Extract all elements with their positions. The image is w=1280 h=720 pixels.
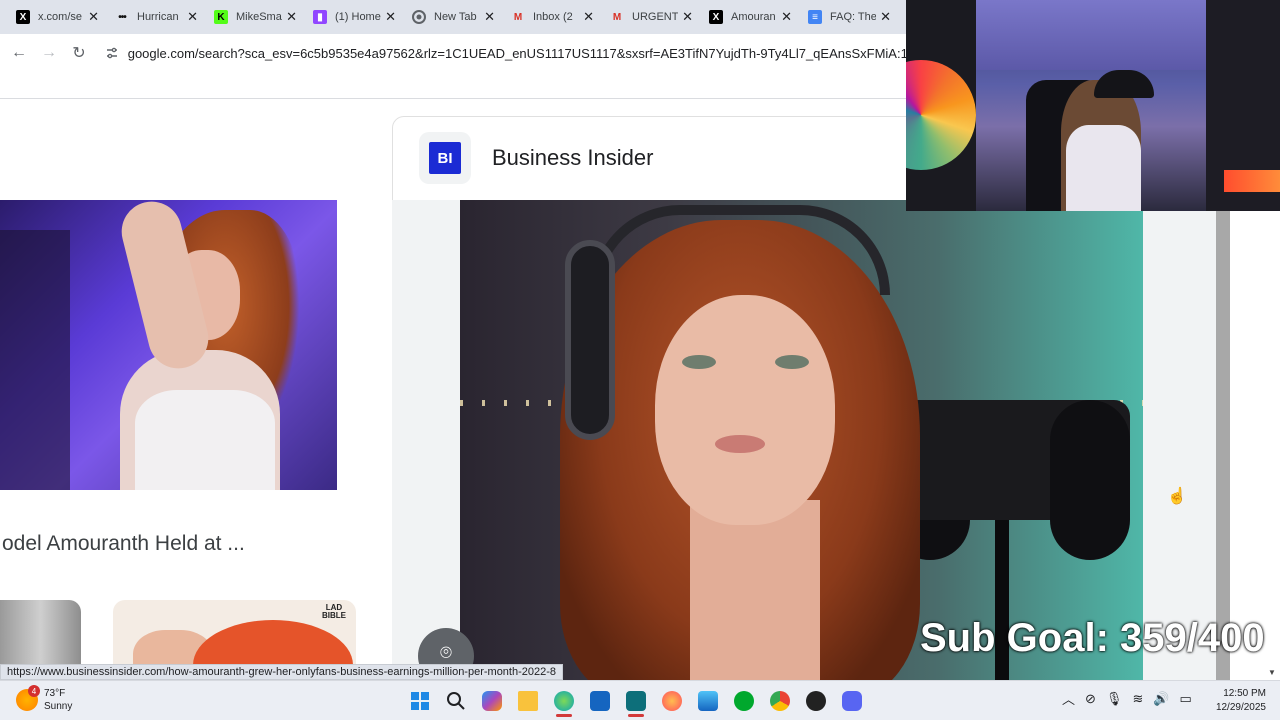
tab-title: URGENT <box>632 11 679 23</box>
weather-temp: 73°F <box>44 688 66 699</box>
sub-goal-overlay: Sub Goal: 359/400 <box>920 616 1265 660</box>
kick-logo-icon: K <box>214 10 228 24</box>
forward-button[interactable]: → <box>34 38 64 68</box>
tab-urgent[interactable]: M URGENT ✕ <box>602 2 701 32</box>
tab-hurricane[interactable]: ••• Hurrican ✕ <box>107 2 206 32</box>
docs-logo-icon: ≡ <box>808 10 822 24</box>
close-icon[interactable]: ✕ <box>583 9 594 25</box>
wifi-icon[interactable]: ≋ <box>1132 691 1143 707</box>
tab-title: FAQ: The <box>830 11 877 23</box>
evernote-icon[interactable] <box>726 685 762 717</box>
x-logo-icon: X <box>709 10 723 24</box>
browser-toolbar: ← → ↻ google.com/search?sca_esv=6c5b9535… <box>0 34 914 72</box>
tab-title: Inbox (2 <box>533 11 573 23</box>
file-explorer-icon[interactable] <box>510 685 546 717</box>
close-icon[interactable]: ✕ <box>682 9 693 25</box>
screen: X x.com/se ✕ ••• Hurrican ✕ K MikeSma ✕ … <box>0 0 1280 720</box>
clock[interactable]: 12:50 PM 12/29/2025 <box>1210 687 1266 715</box>
source-logo[interactable]: BI <box>419 132 471 184</box>
dots-icon: ••• <box>118 11 127 23</box>
tab-title: Hurrican <box>137 11 179 23</box>
microphone-icon[interactable]: 🎙 <box>1106 691 1123 707</box>
source-name[interactable]: Business Insider <box>492 145 653 171</box>
image-result-thumbnail[interactable] <box>0 200 337 490</box>
firefox-icon[interactable] <box>654 685 690 717</box>
link-status-bubble: https://www.businessinsider.com/how-amou… <box>0 664 564 680</box>
app-icon[interactable] <box>618 685 654 717</box>
weather-widget[interactable]: 4 73°F Sunny <box>16 685 73 713</box>
store-icon[interactable] <box>582 685 618 717</box>
taskbar: 4 73°F Sunny ︿ ⊘ 🎙 ≋ 🔊 ▭ 12:50 PM 12/29/… <box>0 680 1280 720</box>
tab-x-search[interactable]: X x.com/se ✕ <box>8 2 107 32</box>
tab-strip: X x.com/se ✕ ••• Hurrican ✕ K MikeSma ✕ … <box>0 0 906 34</box>
close-icon[interactable]: ✕ <box>187 9 198 25</box>
close-icon[interactable]: ✕ <box>286 9 297 25</box>
clock-date: 12/29/2025 <box>1215 702 1266 713</box>
back-button[interactable]: ← <box>4 38 34 68</box>
notification-badge: 4 <box>28 685 40 697</box>
tab-title: New Tab <box>434 11 477 23</box>
chevron-up-icon[interactable]: ︿ <box>1062 689 1075 708</box>
tab-new-tab[interactable]: New Tab ✕ <box>404 2 503 32</box>
discord-icon[interactable] <box>834 685 870 717</box>
close-icon[interactable]: ✕ <box>880 9 891 25</box>
windows-start-icon[interactable] <box>402 685 438 717</box>
tab-title: MikeSma <box>236 11 282 23</box>
preview-image[interactable] <box>460 200 1143 680</box>
battery-icon[interactable]: ▭ <box>1180 691 1192 707</box>
hand-cursor-icon: ☝ <box>1167 488 1187 505</box>
twitch-logo-icon: ▮ <box>313 10 327 24</box>
obs-icon[interactable] <box>798 685 834 717</box>
taskbar-pinned-apps <box>402 685 870 717</box>
close-icon[interactable]: ✕ <box>88 9 99 25</box>
clock-time: 12:50 PM <box>1223 688 1266 699</box>
system-tray: ︿ ⊘ 🎙 ≋ 🔊 ▭ <box>1062 689 1192 708</box>
tab-faq[interactable]: ≡ FAQ: The ✕ <box>800 2 899 32</box>
tab-twitch-home[interactable]: ▮ (1) Home ✕ <box>305 2 404 32</box>
camera-icon: ⌾ <box>440 642 452 664</box>
photos-icon[interactable] <box>690 685 726 717</box>
tab-kick[interactable]: K MikeSma ✕ <box>206 2 305 32</box>
business-insider-logo-icon: BI <box>429 142 461 174</box>
close-icon[interactable]: ✕ <box>385 9 396 25</box>
gmail-logo-icon: M <box>612 11 622 23</box>
address-bar[interactable]: google.com/search?sca_esv=6c5b9535e4a975… <box>104 38 914 68</box>
weather-condition: Sunny <box>44 701 73 712</box>
search-icon[interactable] <box>438 685 474 717</box>
webcam-overlay <box>906 0 1280 211</box>
tab-inbox[interactable]: M Inbox (2 ✕ <box>503 2 602 32</box>
close-icon[interactable]: ✕ <box>781 9 792 25</box>
image-result-caption[interactable]: odel Amouranth Held at ... <box>2 532 245 556</box>
volume-icon[interactable]: 🔊 <box>1153 691 1169 707</box>
copilot-icon[interactable] <box>474 685 510 717</box>
scrollbar[interactable] <box>1216 200 1230 680</box>
divider <box>0 98 906 99</box>
reload-button[interactable]: ↻ <box>64 38 94 68</box>
edge-icon[interactable] <box>546 685 582 717</box>
ladbible-logo: LAD BIBLE <box>322 603 346 620</box>
chrome-icon[interactable] <box>762 685 798 717</box>
site-info-icon[interactable] <box>104 44 120 62</box>
gmail-logo-icon: M <box>513 11 523 23</box>
network-off-icon[interactable]: ⊘ <box>1085 691 1096 707</box>
tab-title: x.com/se <box>38 11 83 23</box>
x-logo-icon: X <box>16 10 30 24</box>
chrome-logo-icon <box>412 10 426 24</box>
tab-title: Amouran <box>731 11 776 23</box>
tab-title: (1) Home <box>335 11 381 23</box>
tab-amouranth[interactable]: X Amouran ✕ <box>701 2 800 32</box>
close-icon[interactable]: ✕ <box>484 9 495 25</box>
url-text[interactable]: google.com/search?sca_esv=6c5b9535e4a975… <box>128 46 914 61</box>
sun-icon: 4 <box>16 685 40 711</box>
scroll-down-arrow-icon[interactable]: ▼ <box>1268 668 1276 677</box>
